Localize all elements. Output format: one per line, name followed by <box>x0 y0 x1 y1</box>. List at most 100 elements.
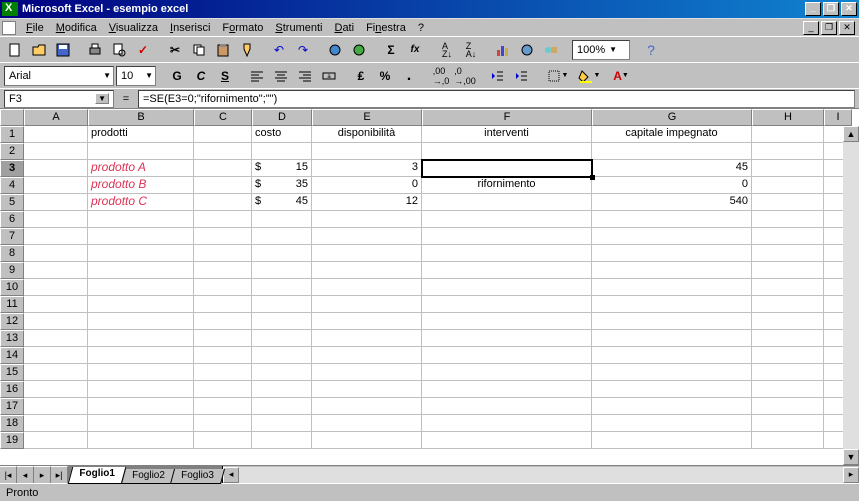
cell-B15[interactable] <box>88 364 194 381</box>
cell-B11[interactable] <box>88 296 194 313</box>
cell-E19[interactable] <box>312 432 422 449</box>
fill-color-button[interactable]: ▼ <box>574 65 604 87</box>
cell-B7[interactable] <box>88 228 194 245</box>
autosum-button[interactable]: Σ <box>380 39 402 61</box>
italic-button[interactable]: C <box>190 65 212 87</box>
redo-button[interactable]: ↷ <box>292 39 314 61</box>
cell-A17[interactable] <box>24 398 88 415</box>
cell-B19[interactable] <box>88 432 194 449</box>
hyperlink-button[interactable] <box>324 39 346 61</box>
menu-modifica[interactable]: Modifica <box>50 21 103 35</box>
align-right-button[interactable] <box>294 65 316 87</box>
cell-F3[interactable] <box>422 160 592 177</box>
cell-A14[interactable] <box>24 347 88 364</box>
menu-file[interactable]: File <box>20 21 50 35</box>
cell-E9[interactable] <box>312 262 422 279</box>
cell-E7[interactable] <box>312 228 422 245</box>
row-header-6[interactable]: 6 <box>0 211 24 228</box>
cell-G11[interactable] <box>592 296 752 313</box>
row-header-12[interactable]: 12 <box>0 313 24 330</box>
cell-F15[interactable] <box>422 364 592 381</box>
cell-E11[interactable] <box>312 296 422 313</box>
vertical-scrollbar[interactable]: ▲ ▼ <box>843 126 859 465</box>
cell-C2[interactable] <box>194 143 252 160</box>
font-size-dropdown[interactable]: 10▼ <box>116 66 156 86</box>
cell-F18[interactable] <box>422 415 592 432</box>
doc-minimize-button[interactable]: _ <box>803 21 819 35</box>
doc-restore-button[interactable]: ❐ <box>821 21 837 35</box>
cell-F19[interactable] <box>422 432 592 449</box>
cell-C4[interactable] <box>194 177 252 194</box>
cell-D6[interactable] <box>252 211 312 228</box>
cell-C6[interactable] <box>194 211 252 228</box>
cell-H8[interactable] <box>752 245 824 262</box>
percent-button[interactable]: % <box>374 65 396 87</box>
cell-G8[interactable] <box>592 245 752 262</box>
cut-button[interactable]: ✂ <box>164 39 186 61</box>
cell-F6[interactable] <box>422 211 592 228</box>
cell-F8[interactable] <box>422 245 592 262</box>
cell-F2[interactable] <box>422 143 592 160</box>
cell-H4[interactable] <box>752 177 824 194</box>
cell-C16[interactable] <box>194 381 252 398</box>
cell-D1[interactable]: costo <box>252 126 312 143</box>
row-header-11[interactable]: 11 <box>0 296 24 313</box>
cell-H12[interactable] <box>752 313 824 330</box>
cell-B9[interactable] <box>88 262 194 279</box>
cell-G15[interactable] <box>592 364 752 381</box>
cell-C5[interactable] <box>194 194 252 211</box>
formula-input[interactable]: =SE(E3=0;"rifornimento";"") <box>138 90 855 108</box>
zoom-dropdown[interactable]: 100%▼ <box>572 40 630 60</box>
copy-button[interactable] <box>188 39 210 61</box>
row-header-3[interactable]: 3 <box>0 160 24 177</box>
row-header-18[interactable]: 18 <box>0 415 24 432</box>
cell-H11[interactable] <box>752 296 824 313</box>
cell-D9[interactable] <box>252 262 312 279</box>
align-left-button[interactable] <box>246 65 268 87</box>
cell-B2[interactable] <box>88 143 194 160</box>
cell-F16[interactable] <box>422 381 592 398</box>
cell-G18[interactable] <box>592 415 752 432</box>
font-dropdown[interactable]: Arial▼ <box>4 66 114 86</box>
cell-A4[interactable] <box>24 177 88 194</box>
cell-H13[interactable] <box>752 330 824 347</box>
cell-C15[interactable] <box>194 364 252 381</box>
column-header-C[interactable]: C <box>194 109 252 126</box>
cell-D8[interactable] <box>252 245 312 262</box>
column-header-D[interactable]: D <box>252 109 312 126</box>
cell-G9[interactable] <box>592 262 752 279</box>
cell-C13[interactable] <box>194 330 252 347</box>
open-button[interactable] <box>28 39 50 61</box>
cell-C14[interactable] <box>194 347 252 364</box>
row-header-13[interactable]: 13 <box>0 330 24 347</box>
cell-C11[interactable] <box>194 296 252 313</box>
cell-C3[interactable] <box>194 160 252 177</box>
underline-button[interactable]: S <box>214 65 236 87</box>
cell-D17[interactable] <box>252 398 312 415</box>
cell-A8[interactable] <box>24 245 88 262</box>
row-header-1[interactable]: 1 <box>0 126 24 143</box>
row-header-2[interactable]: 2 <box>0 143 24 160</box>
cell-G19[interactable] <box>592 432 752 449</box>
sort-desc-button[interactable]: ZA↓ <box>460 39 482 61</box>
increase-indent-button[interactable] <box>510 65 532 87</box>
cell-G5[interactable]: 540 <box>592 194 752 211</box>
cell-E3[interactable]: 3 <box>312 160 422 177</box>
cell-G6[interactable] <box>592 211 752 228</box>
column-header-H[interactable]: H <box>752 109 824 126</box>
sort-asc-button[interactable]: AZ↓ <box>436 39 458 61</box>
scroll-left-button[interactable]: ◂ <box>223 467 239 483</box>
cell-D19[interactable] <box>252 432 312 449</box>
cell-F1[interactable]: interventi <box>422 126 592 143</box>
cell-F13[interactable] <box>422 330 592 347</box>
row-header-4[interactable]: 4 <box>0 177 24 194</box>
cell-A10[interactable] <box>24 279 88 296</box>
cell-H17[interactable] <box>752 398 824 415</box>
formula-equals-button[interactable]: = <box>117 90 135 108</box>
document-icon[interactable] <box>2 21 16 35</box>
select-all-corner[interactable] <box>0 109 24 126</box>
cell-B18[interactable] <box>88 415 194 432</box>
new-button[interactable] <box>4 39 26 61</box>
row-header-19[interactable]: 19 <box>0 432 24 449</box>
cell-E14[interactable] <box>312 347 422 364</box>
